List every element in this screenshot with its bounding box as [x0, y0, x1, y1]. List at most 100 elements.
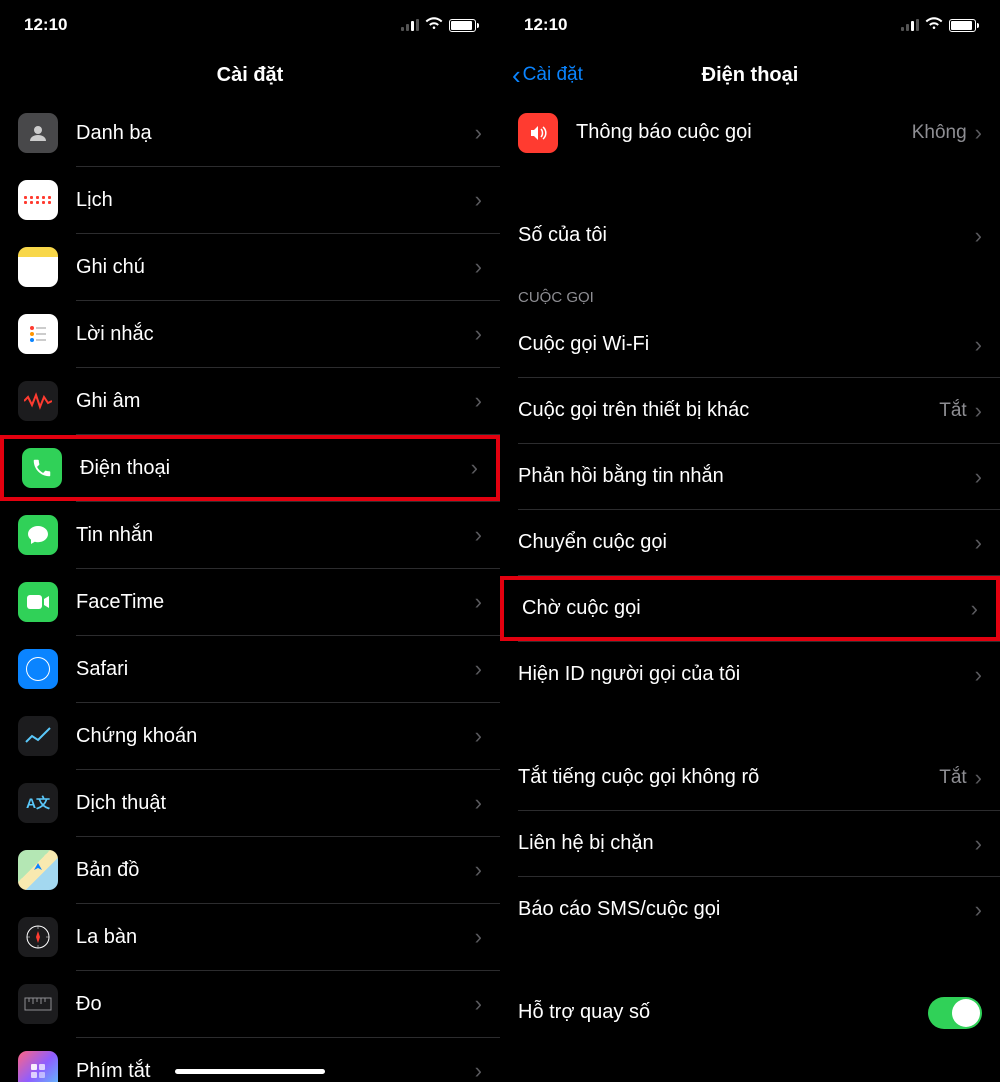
cellular-icon — [401, 19, 419, 31]
status-bar: 12:10 — [500, 0, 1000, 50]
phone-icon — [22, 448, 62, 488]
settings-item-shortcuts[interactable]: Phím tắt › — [0, 1038, 500, 1082]
setting-label: Cuộc gọi Wi-Fi — [518, 333, 975, 356]
cellular-icon — [901, 19, 919, 31]
setting-call-waiting[interactable]: Chờ cuộc gọi › — [500, 576, 1000, 641]
settings-item-calendar[interactable]: Lịch › — [0, 167, 500, 233]
settings-item-label: Tin nhắn — [76, 524, 475, 547]
status-indicators — [901, 16, 976, 34]
settings-item-label: Đo — [76, 993, 475, 1016]
settings-item-stocks[interactable]: Chứng khoán › — [0, 703, 500, 769]
settings-item-label: Lời nhắc — [76, 323, 475, 346]
setting-value: Tắt — [939, 767, 966, 789]
setting-sms-call-report[interactable]: Báo cáo SMS/cuộc gọi › — [500, 877, 1000, 942]
settings-item-label: Dịch thuật — [76, 792, 475, 815]
wifi-icon — [925, 16, 943, 34]
settings-screen: 12:10 Cài đặt Danh bạ › Lịch › Ghi chú › — [0, 0, 500, 1082]
measure-icon — [18, 984, 58, 1024]
setting-respond-text[interactable]: Phản hồi bằng tin nhắn › — [500, 444, 1000, 509]
chevron-right-icon: › — [475, 857, 482, 883]
setting-label: Phản hồi bằng tin nhắn — [518, 465, 975, 488]
settings-item-safari[interactable]: Safari › — [0, 636, 500, 702]
setting-label: Tắt tiếng cuộc gọi không rõ — [518, 766, 939, 789]
chevron-right-icon: › — [975, 831, 982, 857]
dial-assist-toggle[interactable] — [928, 997, 982, 1029]
settings-item-notes[interactable]: Ghi chú › — [0, 234, 500, 300]
settings-item-label: Lịch — [76, 189, 475, 212]
phone-settings-list[interactable]: Thông báo cuộc gọi Không › Số của tôi › … — [500, 100, 1000, 1045]
settings-item-translate[interactable]: A文 Dịch thuật › — [0, 770, 500, 836]
calendar-icon — [18, 180, 58, 220]
settings-item-compass[interactable]: La bàn › — [0, 904, 500, 970]
compass-icon — [18, 917, 58, 957]
battery-icon — [949, 19, 976, 32]
settings-item-voice-memos[interactable]: Ghi âm › — [0, 368, 500, 434]
chevron-right-icon: › — [975, 332, 982, 358]
setting-blocked-contacts[interactable]: Liên hệ bị chặn › — [500, 811, 1000, 876]
page-title: Điện thoại — [702, 64, 799, 87]
messages-icon — [18, 515, 58, 555]
translate-icon: A文 — [18, 783, 58, 823]
chevron-right-icon: › — [475, 1058, 482, 1082]
settings-item-contacts[interactable]: Danh bạ › — [0, 100, 500, 166]
setting-label: Hỗ trợ quay số — [518, 1001, 928, 1024]
battery-icon — [449, 19, 476, 32]
facetime-icon — [18, 582, 58, 622]
settings-item-label: Ghi âm — [76, 390, 475, 413]
chevron-right-icon: › — [475, 656, 482, 682]
settings-list[interactable]: Danh bạ › Lịch › Ghi chú › Lời nhắc › Gh… — [0, 100, 500, 1082]
shortcuts-icon — [18, 1051, 58, 1082]
status-indicators — [401, 16, 476, 34]
settings-item-phone[interactable]: Điện thoại › — [0, 435, 500, 501]
setting-wifi-calling[interactable]: Cuộc gọi Wi-Fi › — [500, 312, 1000, 377]
chevron-right-icon: › — [971, 596, 978, 622]
settings-item-label: Ghi chú — [76, 256, 475, 279]
settings-item-measure[interactable]: Đo › — [0, 971, 500, 1037]
nav-header: ‹ Cài đặt Điện thoại — [500, 50, 1000, 100]
settings-item-maps[interactable]: Bản đồ › — [0, 837, 500, 903]
chevron-right-icon: › — [475, 991, 482, 1017]
status-bar: 12:10 — [0, 0, 500, 50]
page-title: Cài đặt — [217, 64, 284, 87]
chevron-right-icon: › — [975, 765, 982, 791]
chevron-right-icon: › — [475, 589, 482, 615]
setting-label: Liên hệ bị chặn — [518, 832, 975, 855]
contacts-icon — [18, 113, 58, 153]
setting-show-caller-id[interactable]: Hiện ID người gọi của tôi › — [500, 642, 1000, 707]
settings-item-messages[interactable]: Tin nhắn › — [0, 502, 500, 568]
section-header-calls: CUỘC GỌI — [500, 268, 1000, 312]
chevron-left-icon: ‹ — [512, 62, 521, 88]
chevron-right-icon: › — [475, 187, 482, 213]
settings-item-label: La bàn — [76, 926, 475, 949]
setting-announce-calls[interactable]: Thông báo cuộc gọi Không › — [500, 100, 1000, 165]
chevron-right-icon: › — [475, 723, 482, 749]
settings-item-reminders[interactable]: Lời nhắc › — [0, 301, 500, 367]
chevron-right-icon: › — [475, 254, 482, 280]
home-indicator[interactable] — [175, 1069, 325, 1074]
safari-icon — [18, 649, 58, 689]
settings-item-label: Danh bạ — [76, 122, 475, 145]
nav-header: Cài đặt — [0, 50, 500, 100]
settings-item-label: Bản đồ — [76, 859, 475, 882]
chevron-right-icon: › — [975, 398, 982, 424]
setting-label: Báo cáo SMS/cuộc gọi — [518, 898, 975, 921]
setting-call-forwarding[interactable]: Chuyển cuộc gọi › — [500, 510, 1000, 575]
setting-dial-assist[interactable]: Hỗ trợ quay số — [500, 980, 1000, 1045]
chevron-right-icon: › — [475, 388, 482, 414]
setting-label: Số của tôi — [518, 224, 975, 247]
settings-item-label: Chứng khoán — [76, 725, 475, 748]
status-time: 12:10 — [24, 15, 67, 35]
setting-label: Chuyển cuộc gọi — [518, 531, 975, 554]
back-button[interactable]: ‹ Cài đặt — [512, 62, 583, 88]
chevron-right-icon: › — [975, 897, 982, 923]
chevron-right-icon: › — [475, 790, 482, 816]
chevron-right-icon: › — [975, 662, 982, 688]
setting-calls-other-devices[interactable]: Cuộc gọi trên thiết bị khác Tắt › — [500, 378, 1000, 443]
chevron-right-icon: › — [975, 530, 982, 556]
settings-item-label: FaceTime — [76, 591, 475, 614]
setting-my-number[interactable]: Số của tôi › — [500, 203, 1000, 268]
setting-silence-unknown[interactable]: Tắt tiếng cuộc gọi không rõ Tắt › — [500, 745, 1000, 810]
settings-item-facetime[interactable]: FaceTime › — [0, 569, 500, 635]
phone-settings-screen: 12:10 ‹ Cài đặt Điện thoại Thông báo cuộ… — [500, 0, 1000, 1082]
settings-item-label: Safari — [76, 658, 475, 681]
